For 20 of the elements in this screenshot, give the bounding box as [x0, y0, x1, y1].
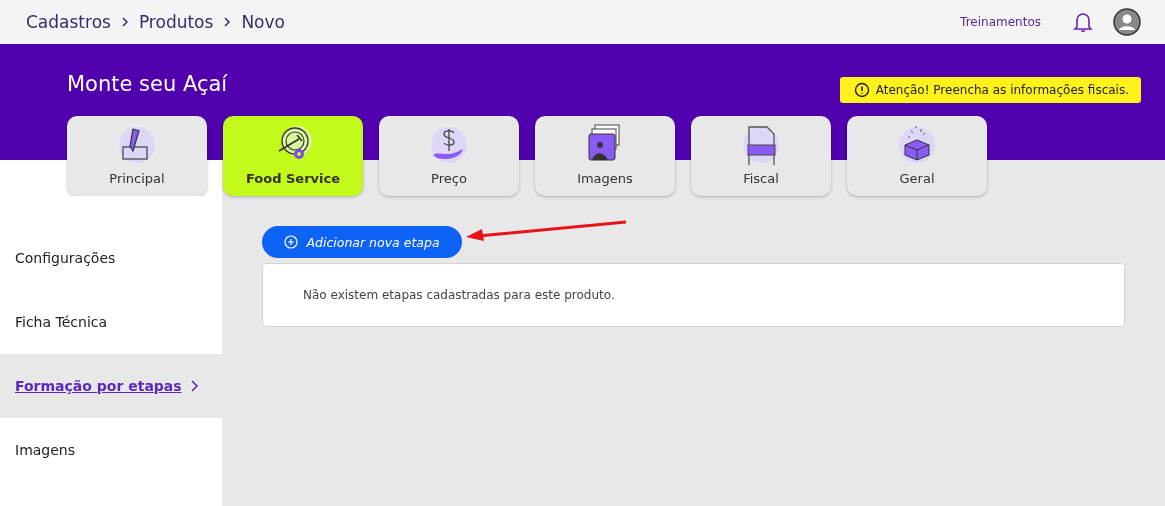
category-tab[interactable]: Geral: [847, 116, 987, 196]
sidebar-item[interactable]: Formação por etapas: [0, 354, 222, 418]
breadcrumb[interactable]: Novo: [241, 12, 285, 32]
category-tab[interactable]: Preço: [379, 116, 519, 196]
breadcrumb[interactable]: Produtos: [138, 12, 214, 32]
chevron-icon: [190, 379, 200, 393]
avatar-icon[interactable]: [1113, 8, 1141, 36]
page-title: Monte seu Açaí: [67, 72, 228, 96]
warning-icon: [853, 82, 870, 98]
bell-icon[interactable]: [1071, 10, 1095, 34]
breadcrumb[interactable]: Cadastros: [26, 12, 111, 32]
plus-circle-icon: [284, 235, 299, 249]
training-link[interactable]: Treinamentos: [960, 15, 1041, 29]
category-tab[interactable]: Principal: [67, 116, 207, 196]
empty-message: Não existem etapas cadastradas para este produto.: [303, 288, 615, 302]
category-tab[interactable]: Food Service: [223, 116, 363, 196]
category-tab[interactable]: Imagens: [535, 116, 675, 196]
category-tab[interactable]: Fiscal: [691, 116, 831, 196]
warning-text: Atenção! Preencha as informações fiscais.: [875, 83, 1129, 97]
add-step-button[interactable]: Adicionar nova etapa: [262, 226, 462, 258]
